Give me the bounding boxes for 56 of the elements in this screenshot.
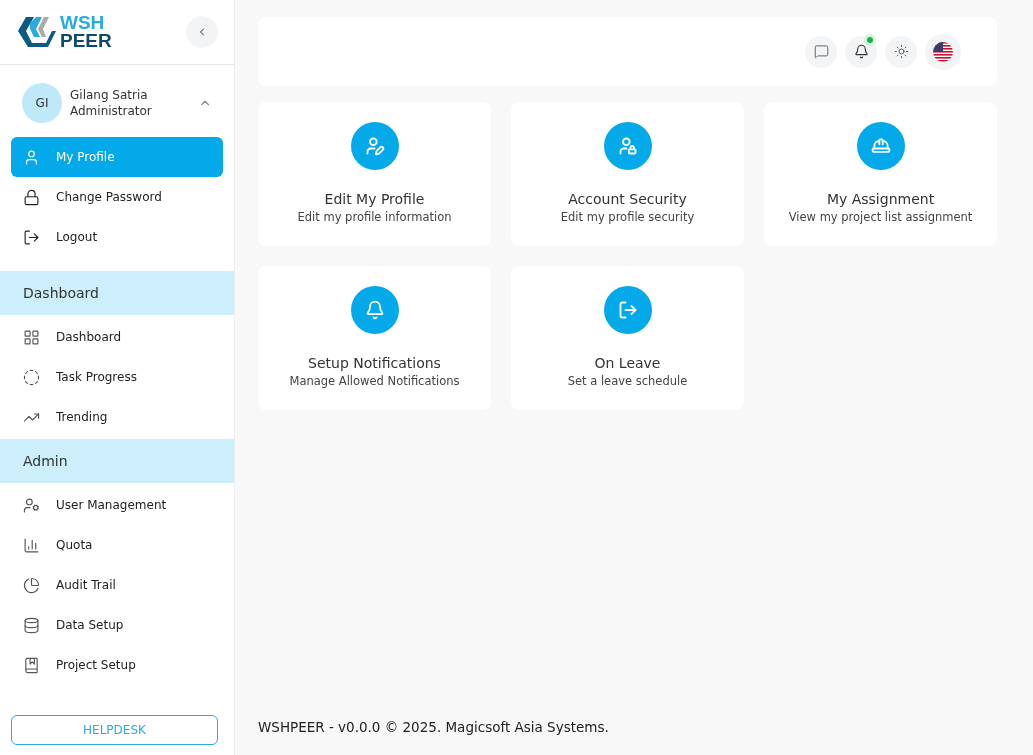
notification-button[interactable]	[845, 35, 877, 68]
chat-button[interactable]	[805, 35, 837, 68]
grid-icon	[23, 328, 40, 346]
menu-card[interactable]: Edit My Profile Edit my profile information	[258, 102, 491, 246]
menu-item[interactable]: Task Progress	[11, 357, 223, 397]
logout-icon	[23, 228, 40, 246]
lock-icon	[23, 188, 40, 206]
card-subtitle: View my project list assignment	[788, 210, 973, 224]
footer-text: WSHPEER - v0.0.0 © 2025. Magicsoft Asia Systems.	[258, 719, 610, 735]
user-name: Gilang Satria	[70, 87, 149, 103]
menu-item[interactable]: Dashboard	[11, 317, 223, 357]
menu-item[interactable]: Logout	[11, 217, 223, 257]
menu-card[interactable]: Setup Notifications Manage Allowed Notifications	[258, 266, 491, 410]
bell-icon	[853, 44, 869, 59]
book-icon	[23, 656, 40, 674]
card-title: My Assignment	[826, 190, 935, 208]
language-button[interactable]	[925, 33, 961, 70]
card-subtitle: Set a leave schedule	[567, 374, 688, 388]
chat-icon	[813, 44, 829, 59]
user-lock-icon	[603, 122, 652, 170]
card-title: Account Security	[568, 190, 687, 208]
us-flag-icon	[933, 41, 953, 62]
card-subtitle: Edit my profile information	[297, 210, 452, 224]
card-subtitle: Edit my profile security	[560, 210, 695, 224]
exit-icon	[603, 286, 652, 334]
section-header: Admin	[0, 439, 234, 483]
menu-item[interactable]: User Management	[11, 485, 223, 525]
user-pen-icon	[350, 122, 399, 170]
hard-hat-icon	[856, 122, 905, 170]
menu-card[interactable]: My Assignment View my project list assignment	[764, 102, 997, 246]
theme-button[interactable]	[885, 35, 917, 68]
bar-chart-icon	[23, 536, 40, 554]
card-title: Edit My Profile	[324, 190, 425, 208]
card-title: Setup Notifications	[308, 354, 441, 372]
logo-text: WSH	[60, 14, 106, 32]
avatar: GI	[22, 83, 62, 123]
menu-item[interactable]: Change Password	[11, 177, 223, 217]
menu-card[interactable]: On Leave Set a leave schedule	[511, 266, 744, 410]
user-role: Administrator	[70, 103, 153, 119]
menu-item[interactable]: Audit Trail	[11, 565, 223, 605]
section-header: Dashboard	[0, 271, 234, 315]
menu-item[interactable]: Project Setup	[11, 645, 223, 685]
menu-item[interactable]: Data Setup	[11, 605, 223, 645]
sun-icon	[893, 44, 909, 59]
database-icon	[23, 616, 40, 634]
user-gear-icon	[23, 496, 40, 514]
user-icon	[23, 148, 40, 166]
menu-item[interactable]: Quota	[11, 525, 223, 565]
card-subtitle: Manage Allowed Notifications	[289, 374, 460, 388]
notification-dot	[864, 33, 876, 46]
menu-item[interactable]: Trending	[11, 397, 223, 437]
pie-chart-icon	[23, 576, 40, 594]
menu-card[interactable]: Account Security Edit my profile security	[511, 102, 744, 246]
logo-text: PEER	[60, 32, 112, 50]
bell-icon	[350, 286, 399, 334]
card-title: On Leave	[594, 354, 661, 372]
